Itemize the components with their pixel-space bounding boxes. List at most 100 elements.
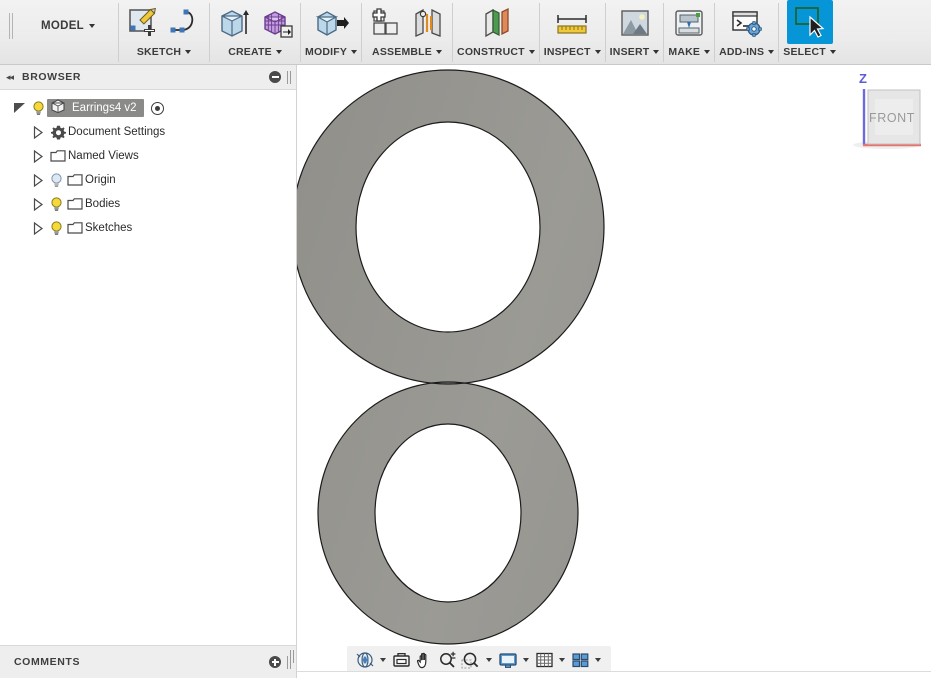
assemble-icons: [366, 0, 448, 44]
ribbon-toolbar: MODEL SKETCH CREATE MODIFY ASSEMBLE CONS…: [0, 0, 931, 65]
ribbon-group-label[interactable]: INSPECT: [544, 44, 601, 63]
tree-row-sketches[interactable]: Sketches: [0, 216, 296, 240]
viewports-icon[interactable]: [570, 648, 591, 672]
make-label: MAKE: [668, 46, 701, 58]
tree-row-document-settings[interactable]: Document Settings: [0, 120, 296, 144]
folder-icon: [65, 197, 85, 211]
workspace-label: MODEL: [40, 20, 85, 32]
navigation-bar: [347, 646, 611, 674]
chevron-down-icon: [275, 50, 282, 55]
ribbon-group-assemble: ASSEMBLE: [362, 0, 452, 64]
chevron-right-icon[interactable]: [28, 125, 48, 139]
collapse-left-icon[interactable]: ◂◂: [6, 72, 14, 83]
inspect-label: INSPECT: [543, 46, 591, 58]
modify-icons: [311, 0, 351, 44]
ribbon-group-label[interactable]: ADD-INS: [719, 44, 775, 63]
toolbar-drag-grip[interactable]: [0, 0, 18, 64]
tree-row-named-views[interactable]: Named Views: [0, 144, 296, 168]
tree-row-origin[interactable]: Origin: [0, 168, 296, 192]
3d-print-icon[interactable]: [669, 2, 709, 44]
ribbon-group-label[interactable]: MAKE: [668, 44, 711, 63]
ribbon-group-label[interactable]: SELECT: [783, 44, 836, 63]
offset-plane-icon[interactable]: [476, 2, 516, 44]
lightbulb-off-icon[interactable]: [48, 172, 65, 188]
tree-item-label: Sketches: [85, 222, 133, 234]
chevron-down-icon: [528, 50, 535, 55]
panel-resize-grip[interactable]: [287, 655, 288, 669]
new-component-icon[interactable]: [366, 2, 406, 44]
press-pull-icon[interactable]: [311, 2, 351, 44]
create-form-icon[interactable]: [256, 2, 296, 44]
pan-hand-icon[interactable]: [414, 648, 435, 672]
spline-icon[interactable]: [165, 2, 205, 44]
display-settings-icon[interactable]: [497, 648, 519, 672]
ribbon-group-label[interactable]: SKETCH: [137, 44, 192, 63]
tree-item-label: Named Views: [68, 150, 139, 162]
make-icons: [669, 0, 709, 44]
chevron-down-icon[interactable]: [486, 658, 492, 662]
ribbon-group-label[interactable]: INSERT: [610, 44, 660, 63]
joint-icon[interactable]: [408, 2, 448, 44]
ribbon-group-label[interactable]: MODIFY: [305, 44, 358, 63]
create-label: CREATE: [228, 46, 272, 58]
chevron-down-icon[interactable]: [380, 658, 386, 662]
chevron-right-icon[interactable]: [28, 173, 48, 187]
expander-expanded-icon[interactable]: [10, 102, 30, 114]
ribbon-group-create: CREATE: [210, 0, 300, 64]
chevron-down-icon: [594, 50, 601, 55]
gear-icon: [48, 125, 68, 140]
create-icons: [214, 0, 296, 44]
ribbon-group-label[interactable]: ASSEMBLE: [372, 44, 442, 63]
select-cursor-icon[interactable]: [786, 0, 833, 44]
tree-row-root[interactable]: Earrings4 v2: [0, 96, 296, 120]
comments-panel[interactable]: COMMENTS: [0, 645, 297, 678]
ribbon-group-sketch: SKETCH: [119, 0, 209, 64]
chevron-down-icon[interactable]: [523, 658, 529, 662]
fusion360-window: MODEL SKETCH CREATE MODIFY ASSEMBLE CONS…: [0, 0, 931, 679]
folder-icon: [65, 173, 85, 187]
view-cube[interactable]: Z FRONT: [839, 69, 927, 159]
3d-canvas[interactable]: Z FRONT: [297, 65, 931, 679]
tree-item-label: Origin: [85, 174, 116, 186]
create-sketch-icon[interactable]: [123, 2, 163, 44]
ribbon-group-label[interactable]: CREATE: [228, 44, 282, 63]
insert-icons: [615, 0, 655, 44]
chevron-down-icon[interactable]: [595, 658, 601, 662]
minimize-icon[interactable]: [269, 71, 281, 83]
insert-image-icon[interactable]: [615, 2, 655, 44]
add-comment-icon[interactable]: [269, 656, 281, 668]
orbit-icon[interactable]: [354, 648, 376, 672]
browser-header: ◂◂ BROWSER: [0, 65, 296, 90]
construct-icons: [476, 0, 516, 44]
zoom-icon[interactable]: [437, 648, 458, 672]
browser-tree: Earrings4 v2 Document Settings Named Vie…: [0, 90, 296, 240]
chevron-down-icon: [185, 50, 192, 55]
chevron-down-icon: [704, 50, 711, 55]
ribbon-group-addins: ADD-INS: [715, 0, 778, 64]
chevron-down-icon[interactable]: [559, 658, 565, 662]
grid-snaps-icon[interactable]: [534, 648, 555, 672]
activate-radio-icon[interactable]: [150, 101, 164, 115]
tree-row-bodies[interactable]: Bodies: [0, 192, 296, 216]
lightbulb-on-icon[interactable]: [48, 220, 65, 236]
chevron-right-icon[interactable]: [28, 149, 48, 163]
zoom-window-icon[interactable]: [460, 648, 482, 672]
ribbon-group-construct: CONSTRUCT: [453, 0, 539, 64]
measure-icon[interactable]: [552, 2, 592, 44]
look-at-icon[interactable]: [391, 648, 412, 672]
root-component-chip[interactable]: Earrings4 v2: [47, 98, 144, 117]
lightbulb-on-icon[interactable]: [30, 100, 47, 116]
earring-body[interactable]: [297, 65, 931, 679]
ribbon-group-label[interactable]: CONSTRUCT: [457, 44, 535, 63]
lightbulb-on-icon[interactable]: [48, 196, 65, 212]
chevron-down-icon: [351, 50, 358, 55]
extrude-icon[interactable]: [214, 2, 254, 44]
tree-item-label: Document Settings: [68, 126, 166, 138]
chevron-right-icon[interactable]: [28, 197, 48, 211]
chevron-right-icon[interactable]: [28, 221, 48, 235]
navbar-left-grip[interactable]: [290, 650, 291, 663]
workspace-selector[interactable]: MODEL: [18, 0, 118, 64]
panel-resize-grip[interactable]: [287, 70, 288, 84]
modify-label: MODIFY: [305, 46, 348, 58]
scripts-addins-icon[interactable]: [727, 2, 767, 44]
